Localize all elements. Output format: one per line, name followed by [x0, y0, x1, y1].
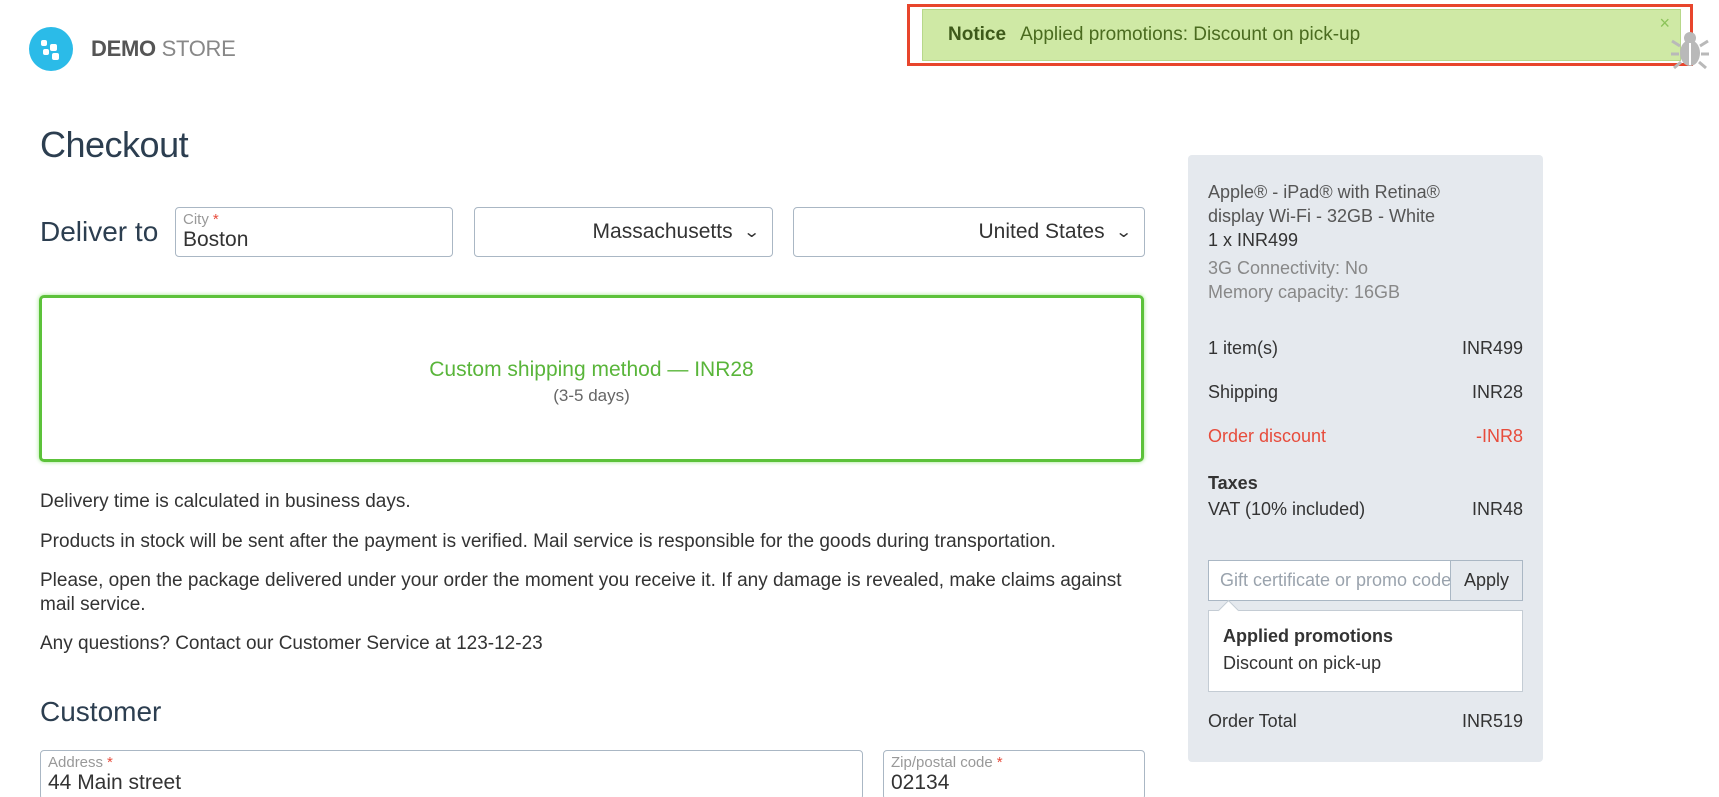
zip-value: 02134 [891, 771, 950, 794]
state-value: Massachusetts [592, 220, 733, 243]
product-quantity: 1 x INR499 [1208, 230, 1299, 250]
customer-section-title: Customer [40, 696, 162, 727]
apply-button[interactable]: Apply [1450, 561, 1522, 600]
discount-value: -INR8 [1475, 426, 1523, 446]
items-row: 1 item(s) INR499 [1208, 338, 1523, 359]
order-total-label: Order Total [1208, 711, 1297, 731]
state-select[interactable]: Massachusetts ⌄ [474, 207, 773, 257]
city-value: Boston [183, 228, 249, 251]
shipping-method-option[interactable]: Custom shipping method — INR28 (3-5 days… [39, 295, 1144, 462]
shipping-method-days: (3-5 days) [553, 386, 630, 405]
order-total-row: Order Total INR519 [1208, 711, 1523, 732]
city-field[interactable]: City * Boston [175, 207, 453, 257]
address-field[interactable]: Address * 44 Main street [40, 750, 863, 797]
logo-store: STORE [161, 36, 236, 61]
taxes-heading: Taxes [1208, 473, 1258, 493]
info-damage: Please, open the package delivered under… [40, 570, 1122, 615]
notice-message: Applied promotions: Discount on pick-up [1020, 24, 1361, 45]
chevron-down-icon: ⌄ [742, 224, 761, 241]
applied-promotion-item: Discount on pick-up [1223, 653, 1382, 673]
notice-title: Notice [948, 24, 1007, 45]
product-name[interactable]: Apple® - iPad® with Retina® display Wi-F… [1208, 180, 1468, 228]
deliver-to-label: Deliver to [40, 216, 159, 247]
info-stock: Products in stock will be sent after the… [40, 531, 1056, 552]
promo-code-form: Apply [1208, 560, 1523, 601]
store-logo[interactable]: DEMO STORE [29, 27, 236, 71]
bug-icon[interactable] [1670, 28, 1710, 72]
product-option: 3G Connectivity: No [1208, 258, 1369, 278]
discount-label: Order discount [1208, 426, 1327, 446]
order-total-value: INR519 [1461, 711, 1523, 731]
vat-label: VAT (10% included) [1208, 499, 1366, 519]
vat-row: VAT (10% included) INR48 [1208, 499, 1523, 520]
shipping-method-name: Custom shipping method — INR28 [429, 358, 754, 381]
info-delivery-time: Delivery time is calculated in business … [40, 491, 411, 512]
product-option: Memory capacity: 16GB [1208, 282, 1401, 302]
zip-field[interactable]: Zip/postal code * 02134 [883, 750, 1145, 797]
logo-text: DEMO STORE [91, 36, 236, 62]
items-label: 1 item(s) [1208, 338, 1279, 358]
city-label: City * [183, 211, 219, 228]
logo-demo: DEMO [91, 36, 156, 61]
country-value: United States [978, 220, 1105, 243]
discount-row: Order discount -INR8 [1208, 426, 1523, 447]
shipping-value: INR28 [1471, 382, 1523, 402]
shipping-row: Shipping INR28 [1208, 382, 1523, 403]
notice-banner: Notice Applied promotions: Discount on p… [922, 9, 1681, 61]
close-icon[interactable]: × [1659, 13, 1670, 34]
address-label: Address * [48, 754, 113, 771]
zip-label: Zip/postal code * [891, 754, 1003, 771]
applied-promotions-box: Applied promotions Discount on pick-up [1208, 610, 1523, 692]
info-contact: Any questions? Contact our Customer Serv… [40, 633, 543, 654]
chevron-down-icon: ⌄ [1114, 224, 1133, 241]
promo-code-input[interactable] [1209, 561, 1450, 600]
page-title: Checkout [40, 124, 189, 165]
order-summary: Apple® - iPad® with Retina® display Wi-F… [1188, 155, 1543, 762]
country-select[interactable]: United States ⌄ [793, 207, 1145, 257]
vat-value: INR48 [1471, 499, 1523, 519]
items-value: INR499 [1461, 338, 1523, 358]
logo-icon [29, 27, 73, 71]
shipping-label: Shipping [1208, 382, 1279, 402]
address-value: 44 Main street [48, 771, 182, 794]
applied-promotions-title: Applied promotions [1223, 626, 1393, 646]
